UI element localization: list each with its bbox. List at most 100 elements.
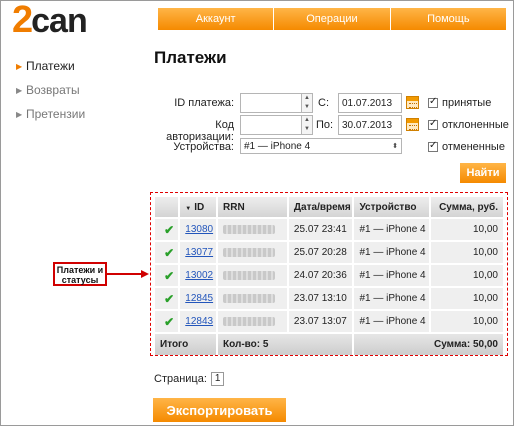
datetime-cell: 24.07 20:36: [288, 265, 353, 286]
column-header-datetime: Дата/время: [288, 197, 353, 217]
chevron-down-icon[interactable]: ▼: [302, 103, 312, 112]
table-row: ✔ 13080 25.07 23:41 #1 — iPhone 4 10,00: [155, 219, 503, 240]
chevron-up-icon[interactable]: ▲: [302, 116, 312, 125]
auth-code-stepper[interactable]: ▲ ▼: [302, 115, 313, 135]
logo-digit: 2: [12, 0, 33, 41]
triangle-right-icon: ▶: [16, 109, 23, 119]
id-cell: 13002: [180, 265, 216, 286]
id-cell: 12845: [180, 288, 216, 309]
device-cell: #1 — iPhone 4: [354, 265, 430, 286]
checkbox-checked-icon[interactable]: [428, 140, 438, 152]
table-footer-row: Итого Кол-во: 5 Сумма: 50,00: [155, 334, 503, 355]
payments-table: ▼ ID RRN Дата/время Устройство Сумма, руб…: [153, 195, 505, 357]
sidebar-item-label: Платежи: [26, 59, 75, 73]
check-icon: ✔: [155, 288, 179, 309]
check-icon: ✔: [155, 265, 179, 286]
nav-tab-help[interactable]: Помощь: [390, 8, 506, 30]
chevron-down-icon[interactable]: ▼: [302, 125, 312, 134]
chevron-up-icon[interactable]: ▲: [302, 94, 312, 103]
device-cell: #1 — iPhone 4: [354, 219, 430, 240]
datetime-cell: 23.07 13:10: [288, 288, 353, 309]
logo-word: can: [31, 2, 88, 40]
to-date-input[interactable]: 30.07.2013: [338, 115, 402, 135]
rrn-cell: [218, 288, 287, 309]
device-select[interactable]: #1 — iPhone 4 ⬍: [240, 138, 402, 154]
column-header-label: ID: [194, 201, 205, 213]
arrow-right-icon: [141, 270, 149, 278]
rrn-blurred: [223, 224, 275, 234]
datetime-cell: 25.07 23:41: [288, 219, 353, 240]
device-cell: #1 — iPhone 4: [354, 311, 430, 332]
table-row: ✔ 13002 24.07 20:36 #1 — iPhone 4 10,00: [155, 265, 503, 286]
check-icon: ✔: [155, 219, 179, 240]
table-row: ✔ 12845 23.07 13:10 #1 — iPhone 4 10,00: [155, 288, 503, 309]
payment-id-link[interactable]: 13002: [185, 270, 213, 281]
check-icon: ✔: [155, 311, 179, 332]
checkbox-label: отклоненные: [442, 119, 509, 131]
rrn-blurred: [223, 247, 275, 257]
payment-id-input[interactable]: [240, 93, 302, 113]
table-row: ✔ 13077 25.07 20:28 #1 — iPhone 4 10,00: [155, 242, 503, 263]
amount-cell: 10,00: [431, 265, 503, 286]
payment-id-label: ID платежа:: [174, 97, 234, 109]
payment-id-link[interactable]: 13080: [185, 224, 213, 235]
pagination: Страница: 1: [154, 372, 225, 386]
column-header-id[interactable]: ▼ ID: [180, 197, 216, 217]
logo[interactable]: 2 can: [12, 0, 88, 41]
triangle-right-icon: ▶: [16, 85, 23, 95]
column-header-amount: Сумма, руб.: [431, 197, 503, 217]
status-cancelled-checkbox[interactable]: отмененные: [428, 140, 505, 153]
table-row: ✔ 12843 23.07 13:07 #1 — iPhone 4 10,00: [155, 311, 503, 332]
amount-cell: 10,00: [431, 311, 503, 332]
rrn-blurred: [223, 270, 275, 280]
sort-down-icon: ▼: [185, 205, 192, 212]
id-cell: 13080: [180, 219, 216, 240]
checkbox-label: принятые: [442, 97, 492, 109]
auth-code-label: Код авторизации:: [166, 119, 234, 143]
payment-id-link[interactable]: 12845: [185, 293, 213, 304]
export-button[interactable]: Экспортировать: [153, 398, 286, 422]
annotation-arrow-line: [107, 273, 143, 275]
pagination-label: Страница:: [154, 373, 207, 385]
datetime-cell: 25.07 20:28: [288, 242, 353, 263]
check-icon: ✔: [155, 242, 179, 263]
checkbox-label: отмененные: [442, 141, 505, 153]
footer-total-label: Итого: [155, 334, 216, 355]
checkbox-checked-icon[interactable]: [428, 96, 438, 108]
datetime-cell: 23.07 13:07: [288, 311, 353, 332]
triangle-right-icon: ▶: [16, 61, 23, 71]
updown-arrow-icon: ⬍: [392, 143, 398, 150]
page-title: Платежи: [154, 48, 227, 67]
status-accepted-checkbox[interactable]: принятые: [428, 96, 492, 109]
id-cell: 13077: [180, 242, 216, 263]
sidebar: ▶ Платежи ▶ Возвраты ▶ Претензии: [16, 54, 85, 126]
page-number[interactable]: 1: [210, 372, 225, 386]
annotation-callout: Платежи и статусы: [53, 262, 107, 286]
footer-count: Кол-во: 5: [218, 334, 353, 355]
top-nav: Аккаунт Операции Помощь: [158, 8, 506, 30]
device-label: Устройства:: [173, 141, 234, 153]
from-date-input[interactable]: 01.07.2013: [338, 93, 402, 113]
sidebar-item-refunds[interactable]: ▶ Возвраты: [16, 78, 85, 102]
checkbox-checked-icon[interactable]: [428, 118, 438, 130]
amount-cell: 10,00: [431, 242, 503, 263]
calendar-icon[interactable]: [406, 118, 419, 131]
status-declined-checkbox[interactable]: отклоненные: [428, 118, 509, 131]
payment-id-link[interactable]: 13077: [185, 247, 213, 258]
from-label: С:: [318, 97, 329, 109]
payment-id-link[interactable]: 12843: [185, 316, 213, 327]
rrn-cell: [218, 242, 287, 263]
nav-tab-operations[interactable]: Операции: [274, 8, 391, 30]
nav-tab-account[interactable]: Аккаунт: [158, 8, 275, 30]
rrn-cell: [218, 265, 287, 286]
sidebar-item-payments[interactable]: ▶ Платежи: [16, 54, 85, 78]
auth-code-input[interactable]: [240, 115, 302, 135]
rrn-cell: [218, 219, 287, 240]
calendar-icon[interactable]: [406, 96, 419, 109]
to-label: По:: [316, 119, 334, 131]
sidebar-item-claims[interactable]: ▶ Претензии: [16, 102, 85, 126]
payment-id-stepper[interactable]: ▲ ▼: [302, 93, 313, 113]
amount-cell: 10,00: [431, 288, 503, 309]
find-button[interactable]: Найти: [460, 163, 506, 183]
sidebar-item-label: Возвраты: [26, 83, 80, 97]
